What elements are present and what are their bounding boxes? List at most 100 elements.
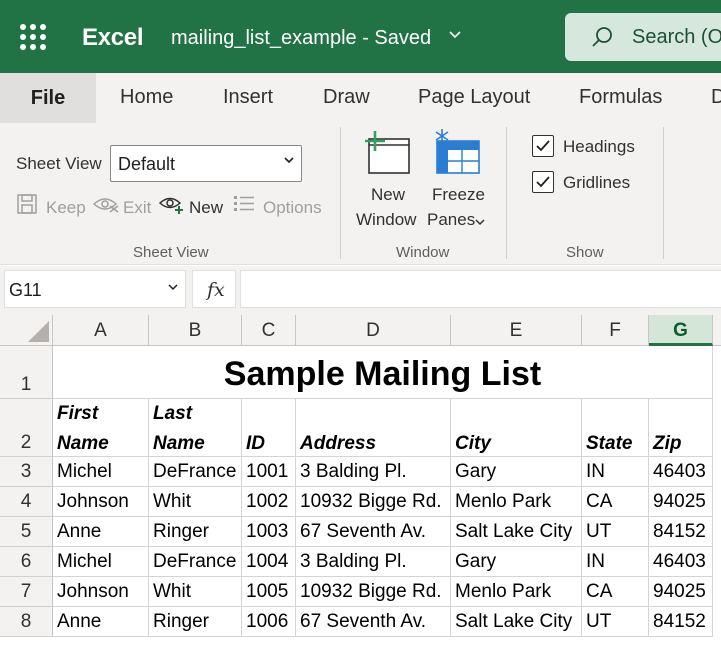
cell-first-name[interactable]: Michel [53, 457, 149, 487]
tab-draw[interactable]: Draw [323, 86, 370, 109]
header-cell-first-name[interactable]: First Name [53, 399, 149, 457]
cell-city[interactable]: Gary [451, 547, 582, 577]
header-cell-address[interactable]: Address [296, 399, 451, 457]
tab-data[interactable]: D [711, 86, 721, 109]
freeze-panes-label-1[interactable]: Freeze [432, 185, 485, 205]
app-launcher-icon[interactable] [20, 24, 46, 50]
header-cell-state[interactable]: State [582, 399, 649, 457]
cell-id[interactable]: 1006 [242, 607, 296, 637]
new-window-label-1[interactable]: New [371, 185, 405, 205]
app-name[interactable]: Excel [82, 24, 144, 52]
cell-first-name[interactable]: Johnson [53, 577, 149, 607]
cell-id[interactable]: 1001 [242, 457, 296, 487]
headings-checkbox[interactable] [532, 135, 554, 157]
row-header-1[interactable]: 1 [0, 346, 53, 399]
headings-label[interactable]: Headings [563, 137, 635, 157]
search-icon [592, 27, 612, 47]
cell-city[interactable]: Salt Lake City [451, 517, 582, 547]
header-cell-last-name[interactable]: Last Name [149, 399, 242, 457]
chevron-down-icon[interactable] [475, 217, 485, 227]
row-header-2[interactable]: 2 [0, 399, 53, 457]
cell-address[interactable]: 10932 Bigge Rd. [296, 577, 451, 607]
new-view-button[interactable]: New [189, 198, 223, 218]
cell-zip[interactable]: 94025 [649, 487, 713, 517]
cell-zip[interactable]: 84152 [649, 607, 713, 637]
formula-input[interactable] [240, 270, 721, 308]
column-header-a[interactable]: A [53, 315, 149, 346]
sheet-view-select[interactable]: Default [110, 145, 302, 182]
cell-city[interactable]: Menlo Park [451, 577, 582, 607]
select-all-button[interactable] [0, 315, 53, 346]
cell-first-name[interactable]: Anne [53, 517, 149, 547]
group-divider [506, 127, 507, 259]
cell-state[interactable]: IN [582, 457, 649, 487]
cell-address[interactable]: 3 Balding Pl. [296, 547, 451, 577]
cell-city[interactable]: Gary [451, 457, 582, 487]
row-header-6[interactable]: 6 [0, 547, 53, 577]
cell-first-name[interactable]: Michel [53, 547, 149, 577]
cell-last-name[interactable]: Ringer [149, 517, 242, 547]
keep-button[interactable]: Keep [46, 198, 86, 218]
row-header-3[interactable]: 3 [0, 457, 53, 487]
cell-state[interactable]: UT [582, 517, 649, 547]
row-header-4[interactable]: 4 [0, 487, 53, 517]
cell-first-name[interactable]: Johnson [53, 487, 149, 517]
tab-file[interactable]: File [0, 73, 96, 123]
cell-id[interactable]: 1002 [242, 487, 296, 517]
gridlines-checkbox[interactable] [532, 171, 554, 193]
tab-insert[interactable]: Insert [223, 86, 273, 109]
tab-formulas[interactable]: Formulas [579, 86, 662, 109]
column-header-g[interactable]: G [649, 315, 713, 346]
cell-address[interactable]: 67 Seventh Av. [296, 517, 451, 547]
document-title[interactable]: mailing_list_example - Saved [171, 27, 431, 50]
cell-city[interactable]: Menlo Park [451, 487, 582, 517]
cell-last-name[interactable]: DeFrance [149, 547, 242, 577]
search-box[interactable]: Search (O [565, 13, 721, 61]
row-header-7[interactable]: 7 [0, 577, 53, 607]
freeze-panes-label-2[interactable]: Panes [427, 210, 475, 230]
chevron-down-icon[interactable] [167, 281, 179, 293]
cell-last-name[interactable]: Ringer [149, 607, 242, 637]
cell-first-name[interactable]: Anne [53, 607, 149, 637]
cell-id[interactable]: 1005 [242, 577, 296, 607]
row-header-5[interactable]: 5 [0, 517, 53, 547]
row-header-8[interactable]: 8 [0, 607, 53, 637]
cell-zip[interactable]: 94025 [649, 577, 713, 607]
cell-last-name[interactable]: Whit [149, 577, 242, 607]
cell-state[interactable]: UT [582, 607, 649, 637]
freeze-panes-icon[interactable] [433, 129, 481, 175]
options-button[interactable]: Options [263, 198, 322, 218]
cell-id[interactable]: 1004 [242, 547, 296, 577]
column-header-c[interactable]: C [242, 315, 296, 346]
gridlines-label[interactable]: Gridlines [563, 173, 630, 193]
cell-last-name[interactable]: Whit [149, 487, 242, 517]
column-header-b[interactable]: B [149, 315, 242, 346]
cell-zip[interactable]: 46403 [649, 457, 713, 487]
exit-button[interactable]: Exit [123, 198, 151, 218]
header-cell-id[interactable]: ID [242, 399, 296, 457]
cell-last-name[interactable]: DeFrance [149, 457, 242, 487]
cell-address[interactable]: 10932 Bigge Rd. [296, 487, 451, 517]
cell-address[interactable]: 3 Balding Pl. [296, 457, 451, 487]
header-cell-city[interactable]: City [451, 399, 582, 457]
column-header-d[interactable]: D [296, 315, 451, 346]
cell-city[interactable]: Salt Lake City [451, 607, 582, 637]
cell-zip[interactable]: 46403 [649, 547, 713, 577]
cell-zip[interactable]: 84152 [649, 517, 713, 547]
cell-state[interactable]: IN [582, 547, 649, 577]
name-box[interactable]: G11 [4, 270, 186, 308]
tab-page-layout[interactable]: Page Layout [418, 86, 530, 109]
chevron-down-icon[interactable] [448, 26, 462, 46]
tab-home[interactable]: Home [120, 86, 173, 109]
header-cell-zip[interactable]: Zip [649, 399, 713, 457]
column-header-e[interactable]: E [451, 315, 582, 346]
sheet-title-cell[interactable]: Sample Mailing List [53, 346, 713, 399]
new-window-label-2[interactable]: Window [356, 210, 416, 230]
cell-id[interactable]: 1003 [242, 517, 296, 547]
insert-function-button[interactable]: fx [192, 270, 236, 308]
column-header-f[interactable]: F [582, 315, 649, 346]
new-window-icon[interactable] [363, 131, 413, 175]
cell-state[interactable]: CA [582, 487, 649, 517]
cell-address[interactable]: 67 Seventh Av. [296, 607, 451, 637]
cell-state[interactable]: CA [582, 577, 649, 607]
